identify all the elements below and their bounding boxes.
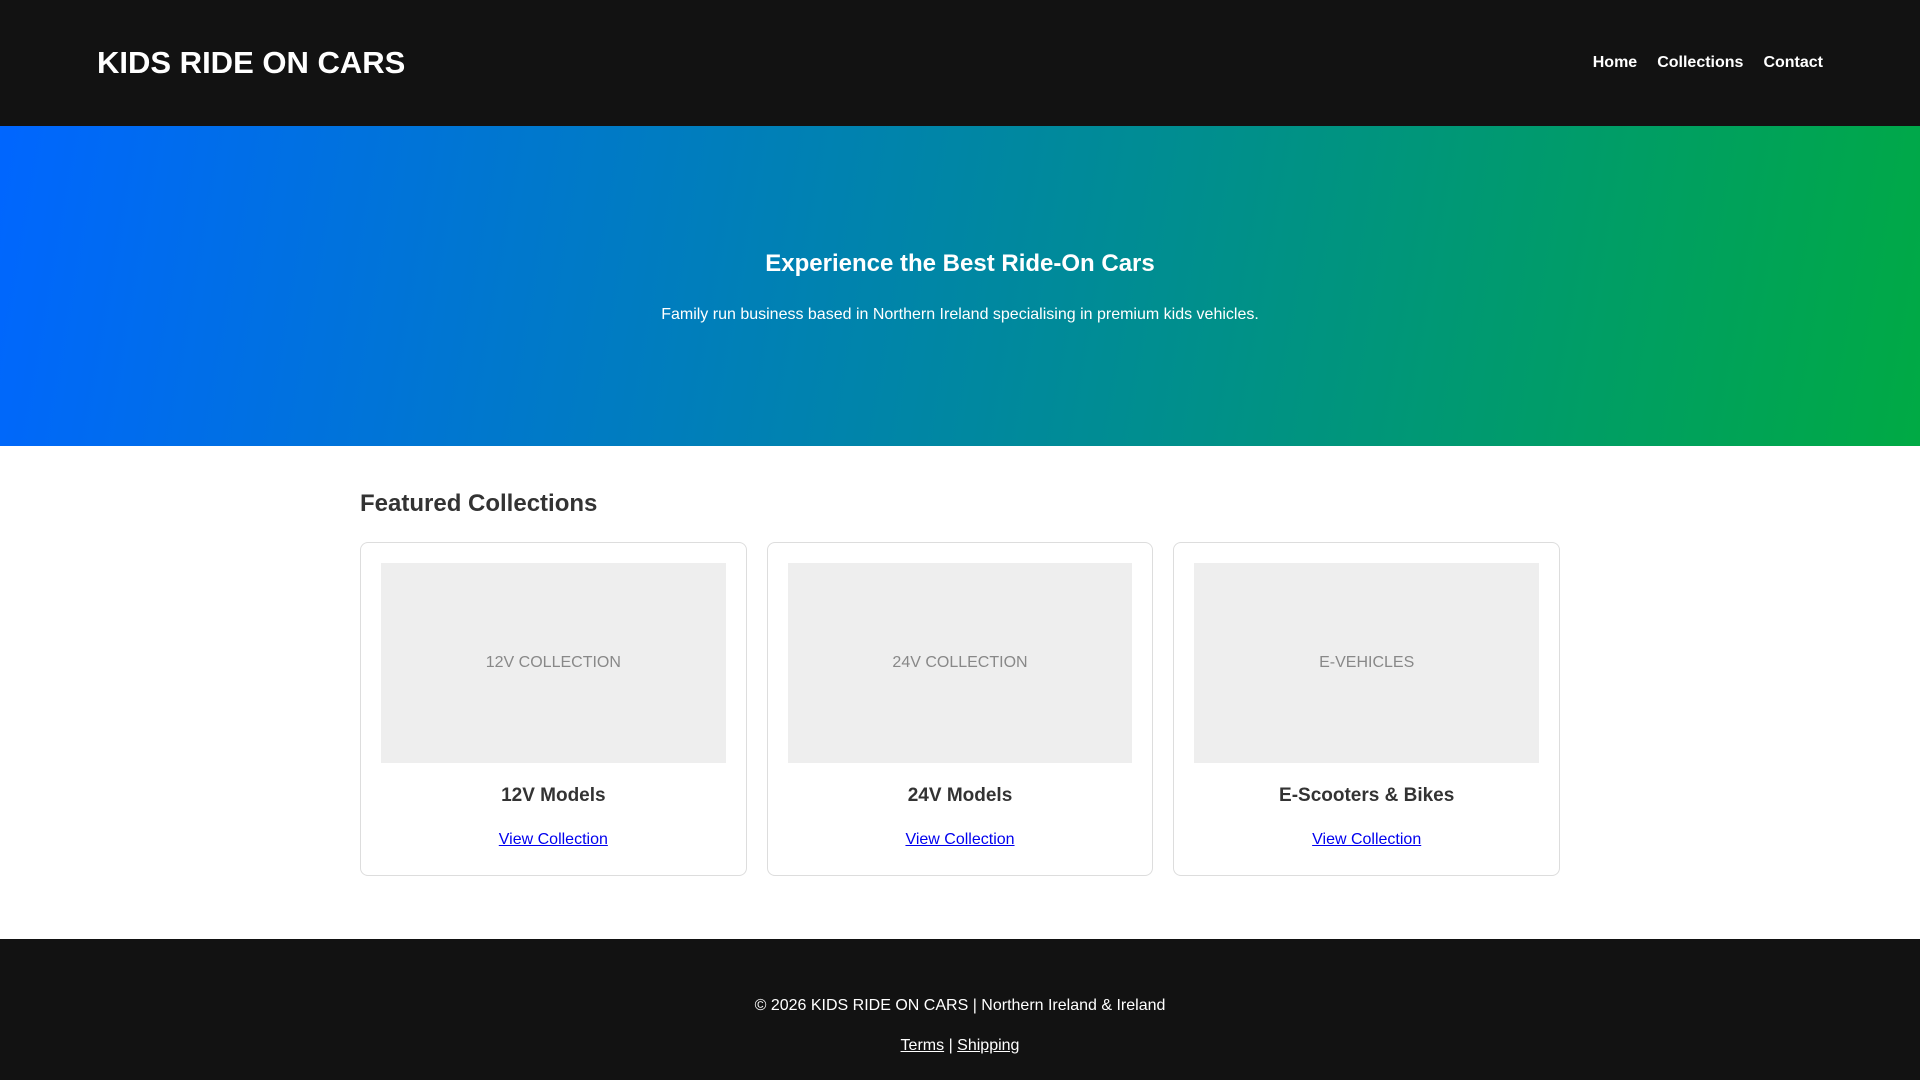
card-title: E-Scooters & Bikes xyxy=(1279,785,1455,806)
collection-image: 12V COLLECTION xyxy=(381,563,726,763)
hero-banner: Experience the Best Ride-On Cars Family … xyxy=(0,126,1920,446)
card-title: 12V Models xyxy=(501,785,606,806)
image-label: E-VEHICLES xyxy=(1319,654,1415,671)
view-collection-link[interactable]: View Collection xyxy=(1312,831,1421,848)
link-separator: | xyxy=(948,1037,953,1054)
main-nav: Home Collections Contact xyxy=(1593,54,1823,72)
site-footer: © 2026 KIDS RIDE ON CARS | Northern Irel… xyxy=(0,939,1920,1080)
shipping-link[interactable]: Shipping xyxy=(957,1037,1019,1054)
terms-link[interactable]: Terms xyxy=(901,1037,945,1054)
nav-home[interactable]: Home xyxy=(1593,54,1637,72)
view-collection-link[interactable]: View Collection xyxy=(499,831,608,848)
image-label: 24V COLLECTION xyxy=(892,654,1028,671)
collection-cards: 12V COLLECTION 12V Models View Collectio… xyxy=(360,542,1561,876)
nav-contact[interactable]: Contact xyxy=(1763,54,1823,72)
nav-collections[interactable]: Collections xyxy=(1657,54,1743,72)
hero-title: Experience the Best Ride-On Cars xyxy=(765,250,1155,277)
collection-image: 24V COLLECTION xyxy=(787,563,1133,763)
view-collection-link[interactable]: View Collection xyxy=(905,831,1014,848)
copyright-text: © 2026 KIDS RIDE ON CARS | Northern Irel… xyxy=(754,997,1166,1014)
hero-subtitle: Family run business based in Northern Ir… xyxy=(661,306,1259,323)
collection-card-12v: 12V COLLECTION 12V Models View Collectio… xyxy=(360,542,747,876)
collection-card-e-vehicles: E-VEHICLES E-Scooters & Bikes View Colle… xyxy=(1173,542,1561,876)
footer-links: Terms | Shipping xyxy=(0,1037,1920,1055)
collection-card-24v: 24V COLLECTION 24V Models View Collectio… xyxy=(766,542,1154,876)
site-logo[interactable]: KIDS RIDE ON CARS xyxy=(97,45,405,81)
card-title: 24V Models xyxy=(907,785,1013,806)
section-heading: Featured Collections xyxy=(360,490,598,517)
featured-section: Featured Collections 12V COLLECTION 12V … xyxy=(360,446,1561,876)
site-header: KIDS RIDE ON CARS Home Collections Conta… xyxy=(0,0,1920,126)
collection-image: E-VEHICLES xyxy=(1194,563,1540,763)
image-label: 12V COLLECTION xyxy=(485,654,621,671)
